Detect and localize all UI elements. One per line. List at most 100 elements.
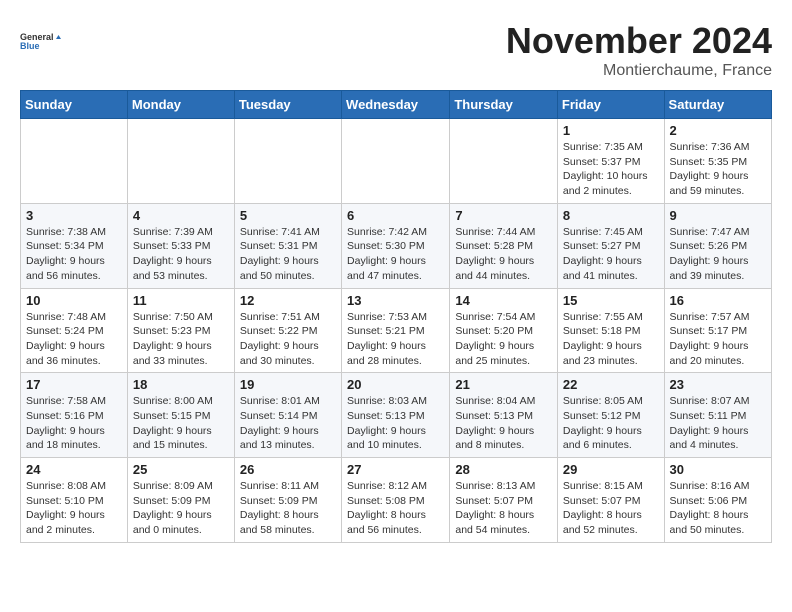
calendar-cell: 1 Sunrise: 7:35 AM Sunset: 5:37 PM Daylig… xyxy=(557,119,664,204)
calendar-cell: 20 Sunrise: 8:03 AM Sunset: 5:13 PM Dayli… xyxy=(342,373,450,458)
day-number: 9 xyxy=(670,208,766,223)
calendar-cell xyxy=(234,119,341,204)
calendar-cell: 2Sunrise: 7:36 AM Sunset: 5:35 PM Daylig… xyxy=(664,119,771,204)
day-detail: Sunrise: 8:09 AM Sunset: 5:09 PM Dayligh… xyxy=(133,479,229,538)
calendar-cell: 5 Sunrise: 7:41 AM Sunset: 5:31 PM Daylig… xyxy=(234,203,341,288)
day-number: 20 xyxy=(347,377,444,392)
day-detail: Sunrise: 7:57 AM Sunset: 5:17 PM Dayligh… xyxy=(670,310,766,369)
header-day-tuesday: Tuesday xyxy=(234,91,341,119)
calendar-header-row: SundayMondayTuesdayWednesdayThursdayFrid… xyxy=(21,91,772,119)
day-number: 4 xyxy=(133,208,229,223)
day-number: 29 xyxy=(563,462,659,477)
day-number: 12 xyxy=(240,293,336,308)
calendar-cell: 12Sunrise: 7:51 AM Sunset: 5:22 PM Dayli… xyxy=(234,288,341,373)
calendar-cell: 21 Sunrise: 8:04 AM Sunset: 5:13 PM Dayli… xyxy=(450,373,558,458)
day-detail: Sunrise: 7:39 AM Sunset: 5:33 PM Dayligh… xyxy=(133,225,229,284)
day-detail: Sunrise: 8:05 AM Sunset: 5:12 PM Dayligh… xyxy=(563,394,659,453)
header-day-wednesday: Wednesday xyxy=(342,91,450,119)
day-number: 25 xyxy=(133,462,229,477)
logo: General Blue xyxy=(20,20,64,64)
day-number: 5 xyxy=(240,208,336,223)
calendar-cell: 14 Sunrise: 7:54 AM Sunset: 5:20 PM Dayli… xyxy=(450,288,558,373)
calendar-cell: 30 Sunrise: 8:16 AM Sunset: 5:06 PM Dayli… xyxy=(664,458,771,543)
calendar-week-5: 24 Sunrise: 8:08 AM Sunset: 5:10 PM Dayli… xyxy=(21,458,772,543)
calendar-cell: 8Sunrise: 7:45 AM Sunset: 5:27 PM Daylig… xyxy=(557,203,664,288)
day-number: 14 xyxy=(455,293,552,308)
day-number: 3 xyxy=(26,208,122,223)
day-number: 15 xyxy=(563,293,659,308)
day-detail: Sunrise: 8:00 AM Sunset: 5:15 PM Dayligh… xyxy=(133,394,229,453)
day-detail: Sunrise: 8:07 AM Sunset: 5:11 PM Dayligh… xyxy=(670,394,766,453)
logo-svg: General Blue xyxy=(20,20,64,64)
location-title: Montierchaume, France xyxy=(506,62,772,80)
calendar-cell: 11 Sunrise: 7:50 AM Sunset: 5:23 PM Dayli… xyxy=(127,288,234,373)
day-detail: Sunrise: 7:48 AM Sunset: 5:24 PM Dayligh… xyxy=(26,310,122,369)
day-number: 23 xyxy=(670,377,766,392)
day-number: 30 xyxy=(670,462,766,477)
header-day-saturday: Saturday xyxy=(664,91,771,119)
calendar-cell: 7Sunrise: 7:44 AM Sunset: 5:28 PM Daylig… xyxy=(450,203,558,288)
calendar-cell: 3Sunrise: 7:38 AM Sunset: 5:34 PM Daylig… xyxy=(21,203,128,288)
day-detail: Sunrise: 7:58 AM Sunset: 5:16 PM Dayligh… xyxy=(26,394,122,453)
calendar-cell: 10Sunrise: 7:48 AM Sunset: 5:24 PM Dayli… xyxy=(21,288,128,373)
calendar-cell: 4 Sunrise: 7:39 AM Sunset: 5:33 PM Daylig… xyxy=(127,203,234,288)
day-number: 26 xyxy=(240,462,336,477)
calendar-cell: 15 Sunrise: 7:55 AM Sunset: 5:18 PM Dayli… xyxy=(557,288,664,373)
day-detail: Sunrise: 8:15 AM Sunset: 5:07 PM Dayligh… xyxy=(563,479,659,538)
calendar-cell: 23 Sunrise: 8:07 AM Sunset: 5:11 PM Dayli… xyxy=(664,373,771,458)
day-number: 17 xyxy=(26,377,122,392)
day-number: 1 xyxy=(563,123,659,138)
day-detail: Sunrise: 7:54 AM Sunset: 5:20 PM Dayligh… xyxy=(455,310,552,369)
day-detail: Sunrise: 7:41 AM Sunset: 5:31 PM Dayligh… xyxy=(240,225,336,284)
day-number: 18 xyxy=(133,377,229,392)
page-header: General Blue November 2024 Montierchaume… xyxy=(20,20,772,80)
calendar-table: SundayMondayTuesdayWednesdayThursdayFrid… xyxy=(20,90,772,543)
header-day-thursday: Thursday xyxy=(450,91,558,119)
day-number: 19 xyxy=(240,377,336,392)
calendar-cell: 24 Sunrise: 8:08 AM Sunset: 5:10 PM Dayli… xyxy=(21,458,128,543)
calendar-cell: 13 Sunrise: 7:53 AM Sunset: 5:21 PM Dayli… xyxy=(342,288,450,373)
day-detail: Sunrise: 8:16 AM Sunset: 5:06 PM Dayligh… xyxy=(670,479,766,538)
day-number: 21 xyxy=(455,377,552,392)
day-detail: Sunrise: 8:04 AM Sunset: 5:13 PM Dayligh… xyxy=(455,394,552,453)
day-detail: Sunrise: 7:45 AM Sunset: 5:27 PM Dayligh… xyxy=(563,225,659,284)
calendar-cell: 28Sunrise: 8:13 AM Sunset: 5:07 PM Dayli… xyxy=(450,458,558,543)
day-detail: Sunrise: 8:11 AM Sunset: 5:09 PM Dayligh… xyxy=(240,479,336,538)
svg-text:Blue: Blue xyxy=(20,41,40,51)
day-detail: Sunrise: 7:55 AM Sunset: 5:18 PM Dayligh… xyxy=(563,310,659,369)
calendar-cell xyxy=(450,119,558,204)
day-number: 11 xyxy=(133,293,229,308)
title-area: November 2024 Montierchaume, France xyxy=(506,20,772,80)
calendar-cell xyxy=(342,119,450,204)
calendar-cell: 16 Sunrise: 7:57 AM Sunset: 5:17 PM Dayli… xyxy=(664,288,771,373)
day-detail: Sunrise: 7:53 AM Sunset: 5:21 PM Dayligh… xyxy=(347,310,444,369)
calendar-week-3: 10Sunrise: 7:48 AM Sunset: 5:24 PM Dayli… xyxy=(21,288,772,373)
calendar-cell: 9 Sunrise: 7:47 AM Sunset: 5:26 PM Daylig… xyxy=(664,203,771,288)
day-number: 13 xyxy=(347,293,444,308)
day-detail: Sunrise: 7:42 AM Sunset: 5:30 PM Dayligh… xyxy=(347,225,444,284)
day-detail: Sunrise: 7:44 AM Sunset: 5:28 PM Dayligh… xyxy=(455,225,552,284)
calendar-cell: 18 Sunrise: 8:00 AM Sunset: 5:15 PM Dayli… xyxy=(127,373,234,458)
calendar-week-1: 1 Sunrise: 7:35 AM Sunset: 5:37 PM Daylig… xyxy=(21,119,772,204)
month-title: November 2024 xyxy=(506,20,772,62)
header-day-sunday: Sunday xyxy=(21,91,128,119)
calendar-week-2: 3Sunrise: 7:38 AM Sunset: 5:34 PM Daylig… xyxy=(21,203,772,288)
calendar-cell: 29 Sunrise: 8:15 AM Sunset: 5:07 PM Dayli… xyxy=(557,458,664,543)
day-detail: Sunrise: 7:50 AM Sunset: 5:23 PM Dayligh… xyxy=(133,310,229,369)
calendar-cell: 17 Sunrise: 7:58 AM Sunset: 5:16 PM Dayli… xyxy=(21,373,128,458)
day-detail: Sunrise: 7:36 AM Sunset: 5:35 PM Dayligh… xyxy=(670,140,766,199)
calendar-cell: 22Sunrise: 8:05 AM Sunset: 5:12 PM Dayli… xyxy=(557,373,664,458)
calendar-cell: 27Sunrise: 8:12 AM Sunset: 5:08 PM Dayli… xyxy=(342,458,450,543)
header-day-monday: Monday xyxy=(127,91,234,119)
svg-text:General: General xyxy=(20,32,54,42)
day-detail: Sunrise: 7:35 AM Sunset: 5:37 PM Dayligh… xyxy=(563,140,659,199)
day-detail: Sunrise: 8:08 AM Sunset: 5:10 PM Dayligh… xyxy=(26,479,122,538)
day-detail: Sunrise: 7:47 AM Sunset: 5:26 PM Dayligh… xyxy=(670,225,766,284)
day-detail: Sunrise: 8:12 AM Sunset: 5:08 PM Dayligh… xyxy=(347,479,444,538)
calendar-cell: 25 Sunrise: 8:09 AM Sunset: 5:09 PM Dayli… xyxy=(127,458,234,543)
day-detail: Sunrise: 8:03 AM Sunset: 5:13 PM Dayligh… xyxy=(347,394,444,453)
calendar-cell xyxy=(21,119,128,204)
day-detail: Sunrise: 8:13 AM Sunset: 5:07 PM Dayligh… xyxy=(455,479,552,538)
day-number: 16 xyxy=(670,293,766,308)
day-number: 24 xyxy=(26,462,122,477)
